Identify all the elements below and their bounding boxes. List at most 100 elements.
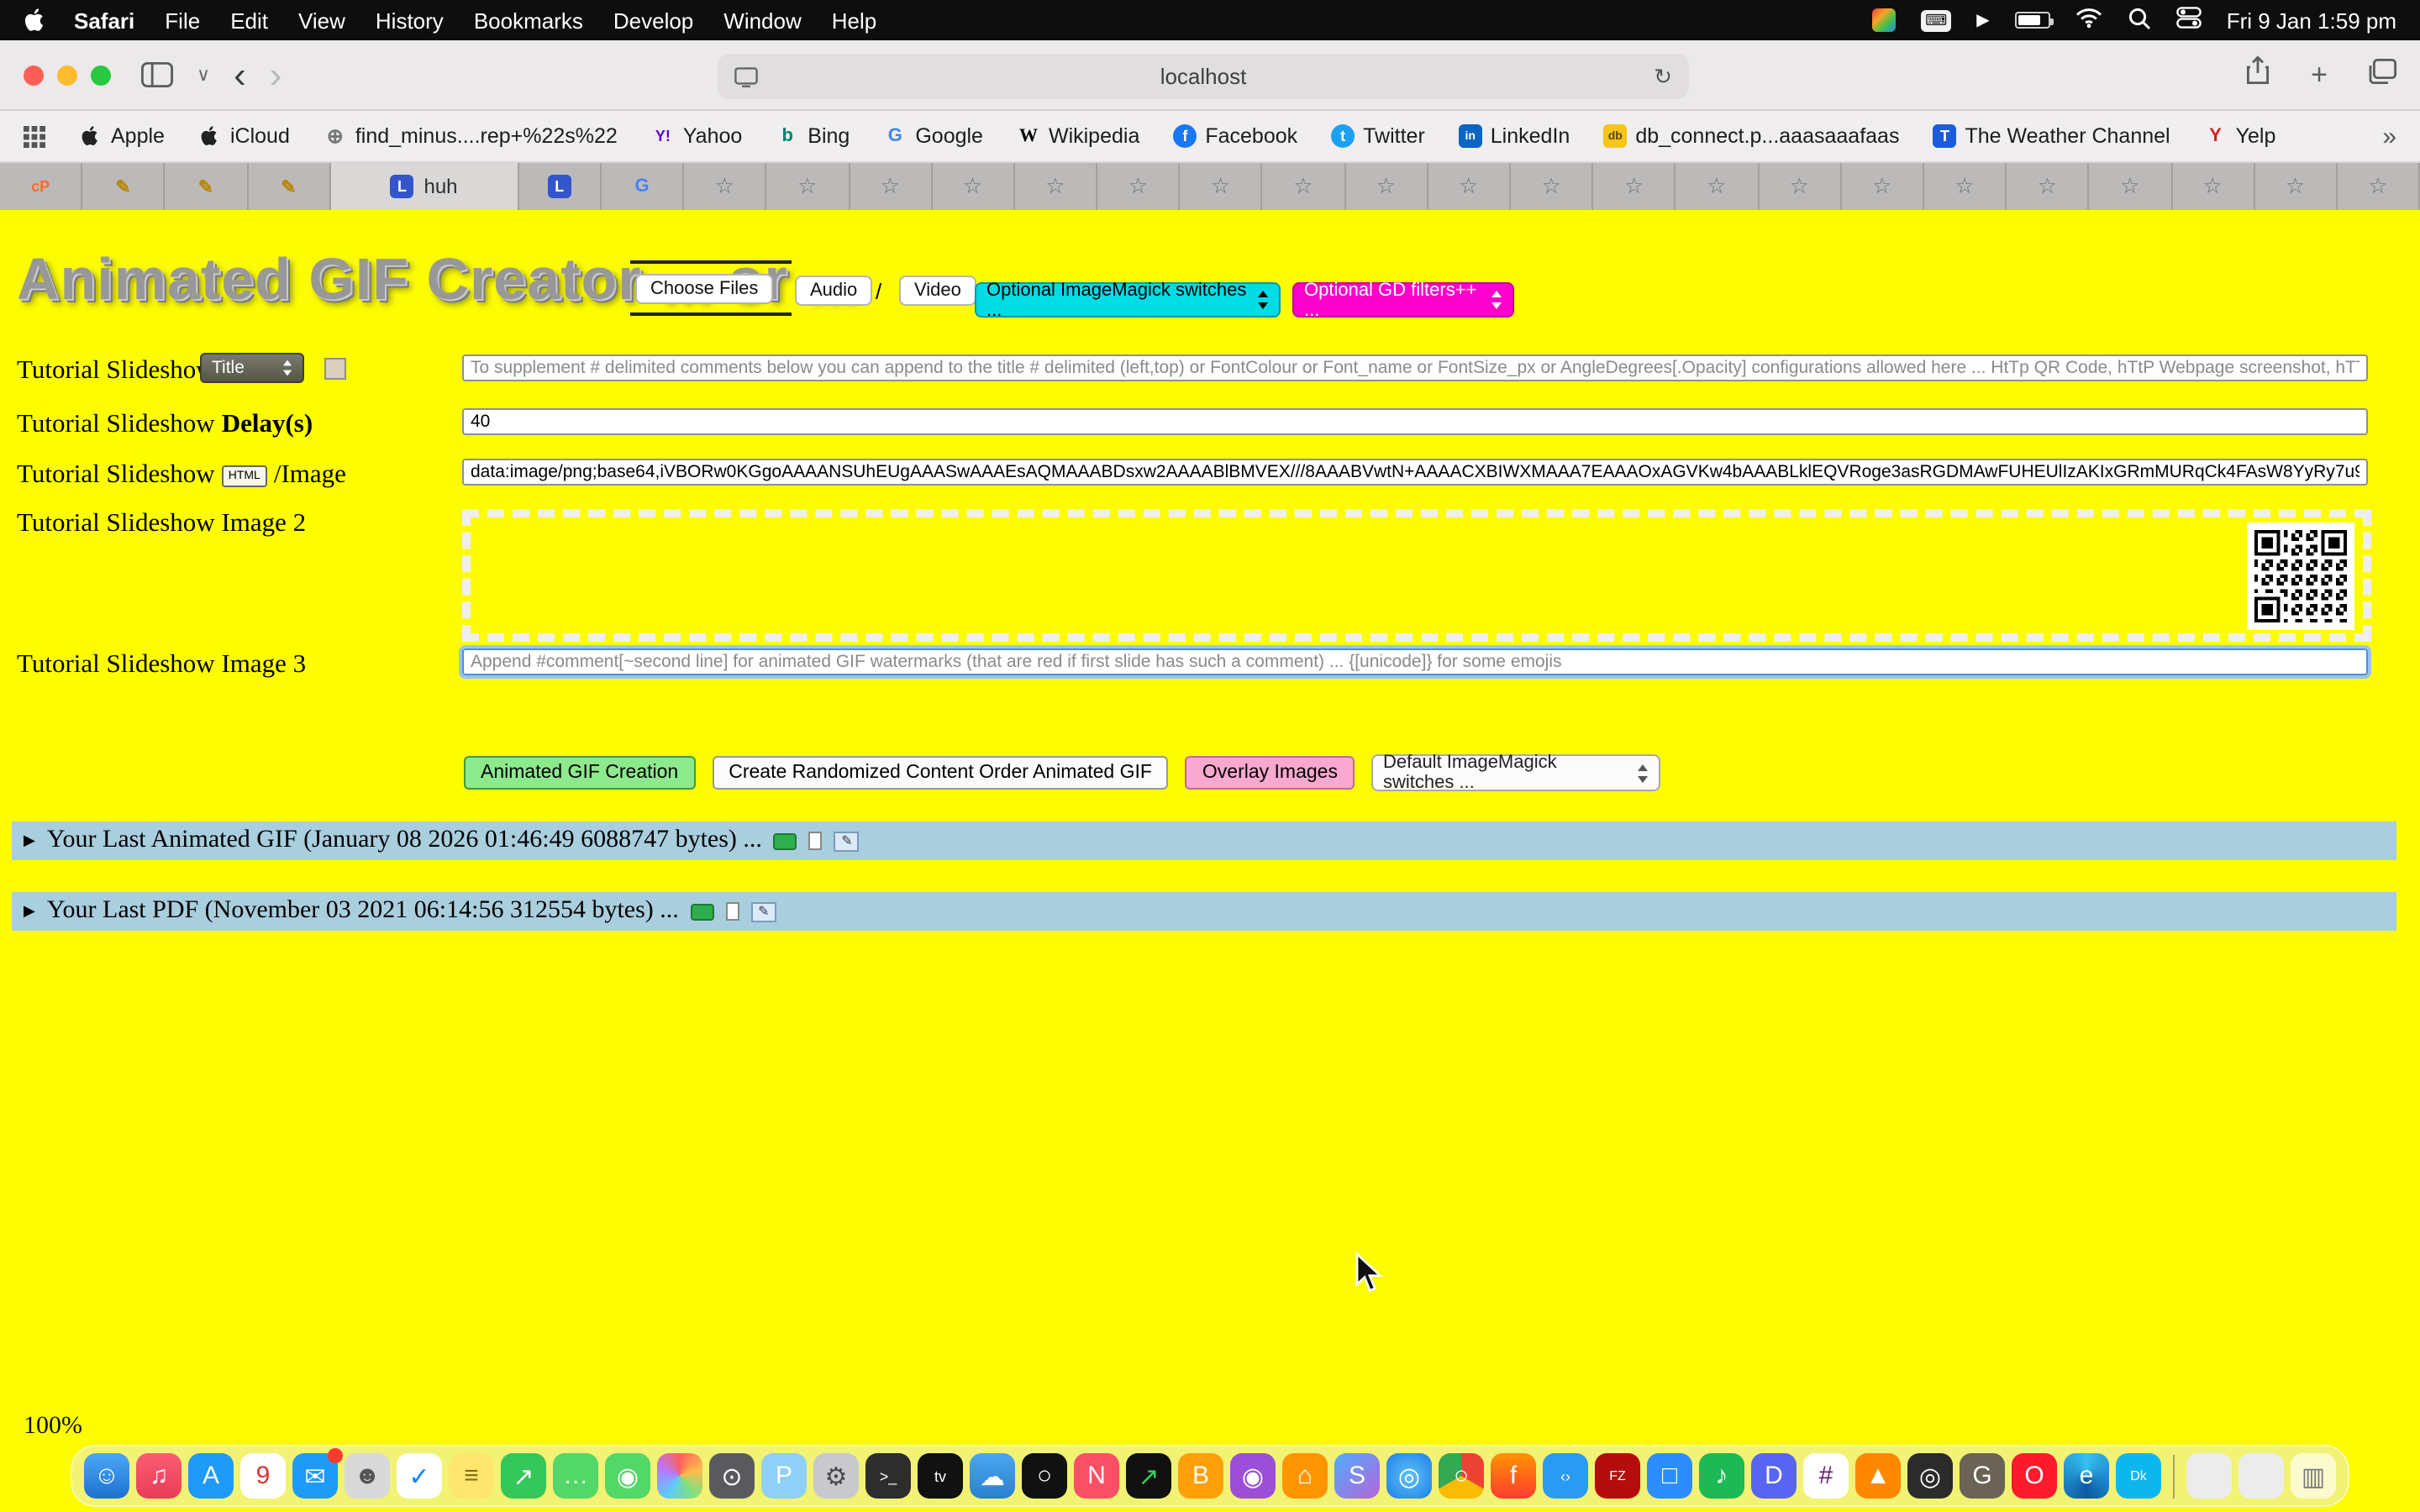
dock-stocks-icon[interactable]: ↗ [1126,1453,1171,1499]
disclosure-triangle-icon[interactable]: ▶ [24,902,35,921]
menubar-item-file[interactable]: File [165,8,200,33]
dock-docker-icon[interactable]: Dk [2116,1453,2161,1499]
tab[interactable]: ☆ [1676,163,1759,210]
dock-obs-icon[interactable]: ◎ [1907,1453,1953,1499]
color-app-menu-icon[interactable] [1872,8,1896,32]
menubar-item-view[interactable]: View [298,8,345,33]
edit-icon[interactable]: ✎ [834,831,860,851]
tab[interactable]: ✎ [248,163,330,210]
tab[interactable]: ☆ [1924,163,2007,210]
dock-weather-icon[interactable]: ☁ [970,1453,1015,1499]
tab[interactable]: ☆ [1428,163,1511,210]
html-image-input[interactable] [462,459,2368,486]
choose-files-button[interactable]: Choose Files [635,274,773,304]
dock-chrome-icon[interactable]: ○ [1439,1453,1484,1499]
tab[interactable]: ☆ [1263,163,1345,210]
dock-system-settings-icon[interactable]: ⚙ [813,1453,859,1499]
imagemagick-switches-select[interactable]: Optional ImageMagick switches ... [975,282,1281,318]
dock-filezilla-icon[interactable]: FZ [1595,1453,1640,1499]
tab[interactable]: ✎ [166,163,248,210]
menubar-clock[interactable]: Fri 9 Jan 1:59 pm [2227,8,2396,33]
tab[interactable]: G [602,163,684,210]
tab-overview-icon[interactable] [2368,58,2396,92]
image3-input[interactable] [462,648,2368,675]
dock-vscode-icon[interactable]: ‹› [1543,1453,1588,1499]
search-icon[interactable] [2128,6,2151,34]
play-icon[interactable]: ▶ [1976,11,1989,29]
bookmark-item[interactable]: ⊕find_minus....rep+%22s%22 [324,124,618,148]
dock-terminal-icon[interactable]: >_ [865,1453,911,1499]
menubar-app-name[interactable]: Safari [74,8,134,33]
default-imagemagick-select[interactable]: Default ImageMagick switches ... [1371,754,1660,791]
overlay-images-button[interactable]: Overlay Images [1186,756,1355,790]
bookmark-item[interactable]: GGoogle [883,124,983,148]
tab[interactable]: ☆ [932,163,1014,210]
website-icon[interactable] [734,66,758,87]
chevron-down-icon[interactable]: ∨ [197,64,210,86]
image2-drop-zone[interactable] [462,509,2371,642]
dock-gimp-icon[interactable]: G [1960,1453,2005,1499]
tab[interactable]: ✎ [82,163,165,210]
tab[interactable]: ☆ [2172,163,2254,210]
bookmark-item[interactable]: fFacebook [1173,124,1297,148]
dock-news-icon[interactable]: N [1074,1453,1119,1499]
dock-slack-icon[interactable]: # [1803,1453,1849,1499]
dock-calendar-icon[interactable]: 9 [240,1453,286,1499]
tab[interactable]: ☆ [1181,163,1263,210]
dock-spotify-icon[interactable]: ♪ [1699,1453,1744,1499]
dock-home-icon[interactable]: ⌂ [1282,1453,1328,1499]
sidebar-toggle-icon[interactable] [141,62,173,87]
dock-preview-icon[interactable]: P [761,1453,807,1499]
bookmark-item[interactable]: Y!Yahoo [651,124,742,148]
share-icon[interactable] [2245,55,2270,94]
dock-camera-icon[interactable]: ⊙ [709,1453,755,1499]
tab[interactable]: cP [0,163,82,210]
tab[interactable]: ☆ [2007,163,2089,210]
dock-books-icon[interactable]: B [1178,1453,1223,1499]
dock-tv-icon[interactable]: tv [918,1453,963,1499]
gd-filters-select[interactable]: Optional GD filters++ ... [1292,282,1514,318]
dock-notes-icon[interactable]: ≡ [449,1453,494,1499]
menubar-item-develop[interactable]: Develop [613,8,693,33]
address-bar[interactable]: localhost ↻ [718,54,1689,99]
reload-icon[interactable]: ↻ [1654,63,1672,90]
animated-gif-creation-button[interactable]: Animated GIF Creation [464,756,695,790]
tab[interactable]: L [519,163,602,210]
tab[interactable]: ☆ [684,163,766,210]
menubar-item-history[interactable]: History [376,8,444,33]
bookmark-item[interactable]: iCloud [198,124,290,148]
bookmark-item[interactable]: Apple [79,124,165,148]
disclosure-triangle-icon[interactable]: ▶ [24,832,35,850]
bookmarks-overflow-icon[interactable]: » [2382,122,2396,150]
dock-reminders-icon[interactable]: ✓ [397,1453,442,1499]
tab[interactable]: ☆ [1345,163,1428,210]
dock-opera-icon[interactable]: O [2012,1453,2057,1499]
menubar-item-edit[interactable]: Edit [230,8,268,33]
dock-photos-icon[interactable] [657,1453,702,1499]
dock-minimized-window-icon[interactable] [2238,1453,2284,1499]
document-icon[interactable] [809,832,823,850]
new-tab-icon[interactable]: + [2311,58,2328,92]
battery-icon[interactable] [2015,12,2050,29]
dock-maps-icon[interactable]: ↗ [501,1453,546,1499]
dock-finder-icon[interactable]: ☺ [84,1453,129,1499]
tab[interactable]: ☆ [1097,163,1180,210]
title-config-input[interactable] [462,354,2368,381]
title-select[interactable]: Title [200,353,304,383]
tab[interactable]: ☆ [1842,163,1924,210]
control-center-icon[interactable] [2176,7,2202,34]
tab[interactable]: ☆ [1015,163,1097,210]
dock-facetime-icon[interactable]: ◉ [605,1453,650,1499]
dock-firefox-icon[interactable]: f [1491,1453,1536,1499]
bookmark-item[interactable]: YYelp [2204,124,2276,148]
menubar-item-help[interactable]: Help [832,8,877,33]
tab[interactable]: ☆ [2090,163,2172,210]
bookmark-item[interactable]: WWikipedia [1017,124,1139,148]
gif-swatch-icon[interactable] [691,903,714,920]
back-button[interactable]: ‹ [234,56,246,93]
tab[interactable]: ☆ [2338,163,2420,210]
frequently-visited-grid-icon[interactable] [24,125,45,147]
dock-vlc-icon[interactable]: ▲ [1855,1453,1901,1499]
zoom-window-button[interactable] [91,65,111,85]
tab[interactable]: ☆ [1511,163,1593,210]
